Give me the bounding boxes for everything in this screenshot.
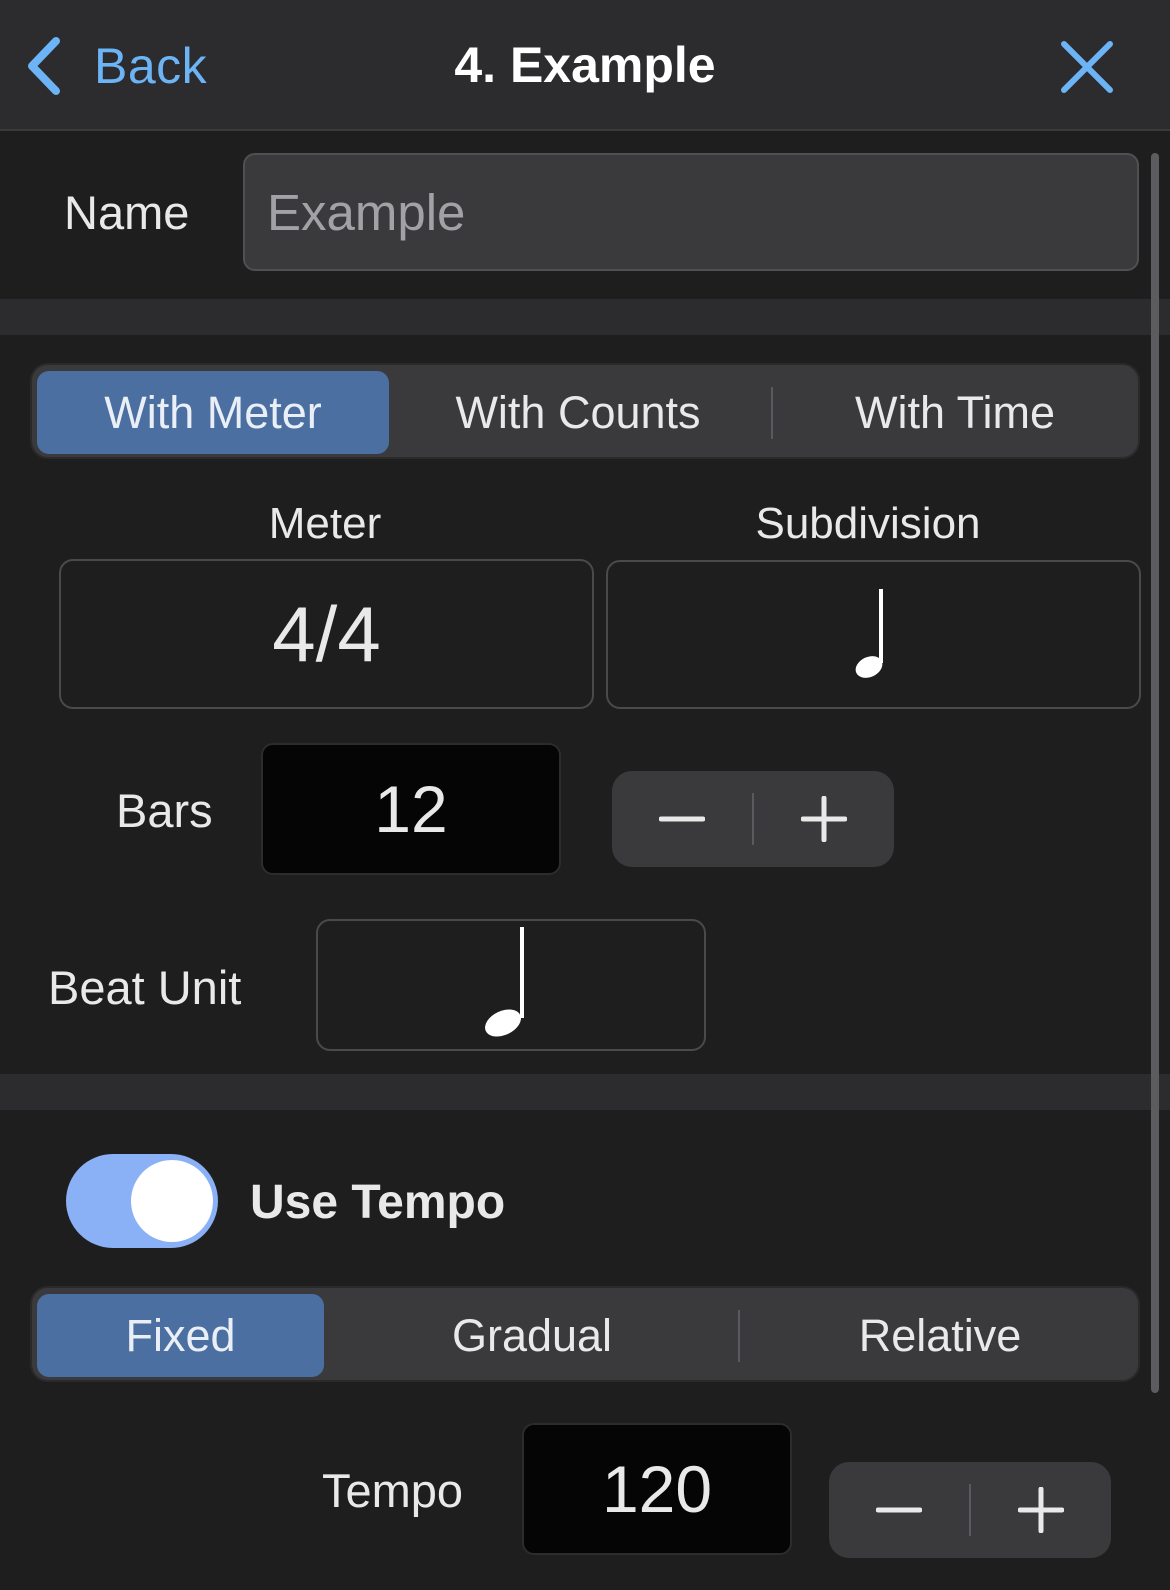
section-separator	[0, 299, 1170, 335]
tab-gradual[interactable]: Gradual	[332, 1294, 732, 1377]
half-note-icon	[485, 927, 524, 1037]
bars-stepper	[612, 771, 894, 867]
meter-label: Meter	[268, 499, 382, 548]
close-x-icon	[1061, 41, 1113, 93]
meter-picker[interactable]: 4/4	[59, 559, 594, 709]
tab-fixed[interactable]: Fixed	[37, 1294, 324, 1377]
settings-content: Name With Meter With Counts With Time Me…	[0, 131, 1170, 1590]
minus-icon	[876, 1507, 922, 1513]
tab-with-counts[interactable]: With Counts	[402, 371, 754, 454]
name-label: Name	[64, 186, 190, 239]
bars-label: Bars	[116, 784, 213, 837]
tempo-label: Tempo	[322, 1464, 464, 1517]
subdivision-picker[interactable]	[606, 560, 1141, 709]
meter-value: 4/4	[272, 589, 381, 678]
bars-increment-button[interactable]	[754, 771, 894, 867]
close-button[interactable]	[1060, 40, 1114, 94]
segment-divider	[738, 1310, 740, 1362]
plus-icon	[801, 796, 847, 842]
mode-segmented-control: With Meter With Counts With Time	[30, 363, 1140, 459]
tempo-type-segmented-control: Fixed Gradual Relative	[30, 1286, 1140, 1382]
toggle-knob	[131, 1160, 213, 1242]
use-tempo-label: Use Tempo	[250, 1176, 506, 1229]
segment-divider	[771, 387, 773, 439]
subdivision-label: Subdivision	[755, 499, 981, 548]
beat-unit-picker[interactable]	[316, 919, 706, 1051]
name-input[interactable]	[243, 153, 1139, 271]
tempo-stepper	[829, 1462, 1111, 1558]
tab-relative[interactable]: Relative	[744, 1294, 1136, 1377]
tab-with-time[interactable]: With Time	[777, 371, 1133, 454]
quarter-note-icon	[855, 588, 883, 678]
page-title: 4. Example	[454, 37, 716, 93]
tempo-value-field[interactable]: 120	[522, 1423, 792, 1555]
bars-value-field[interactable]: 12	[261, 743, 561, 875]
plus-icon	[1018, 1487, 1064, 1533]
tempo-increment-button[interactable]	[971, 1462, 1111, 1558]
minus-icon	[659, 816, 705, 822]
tab-with-meter[interactable]: With Meter	[37, 371, 389, 454]
navigation-bar: Back 4. Example	[0, 0, 1170, 131]
tempo-decrement-button[interactable]	[829, 1462, 969, 1558]
bars-decrement-button[interactable]	[612, 771, 752, 867]
beat-unit-label: Beat Unit	[48, 961, 242, 1014]
section-separator	[0, 1074, 1170, 1110]
use-tempo-toggle[interactable]	[66, 1154, 218, 1248]
scrollbar[interactable]	[1151, 153, 1159, 1393]
